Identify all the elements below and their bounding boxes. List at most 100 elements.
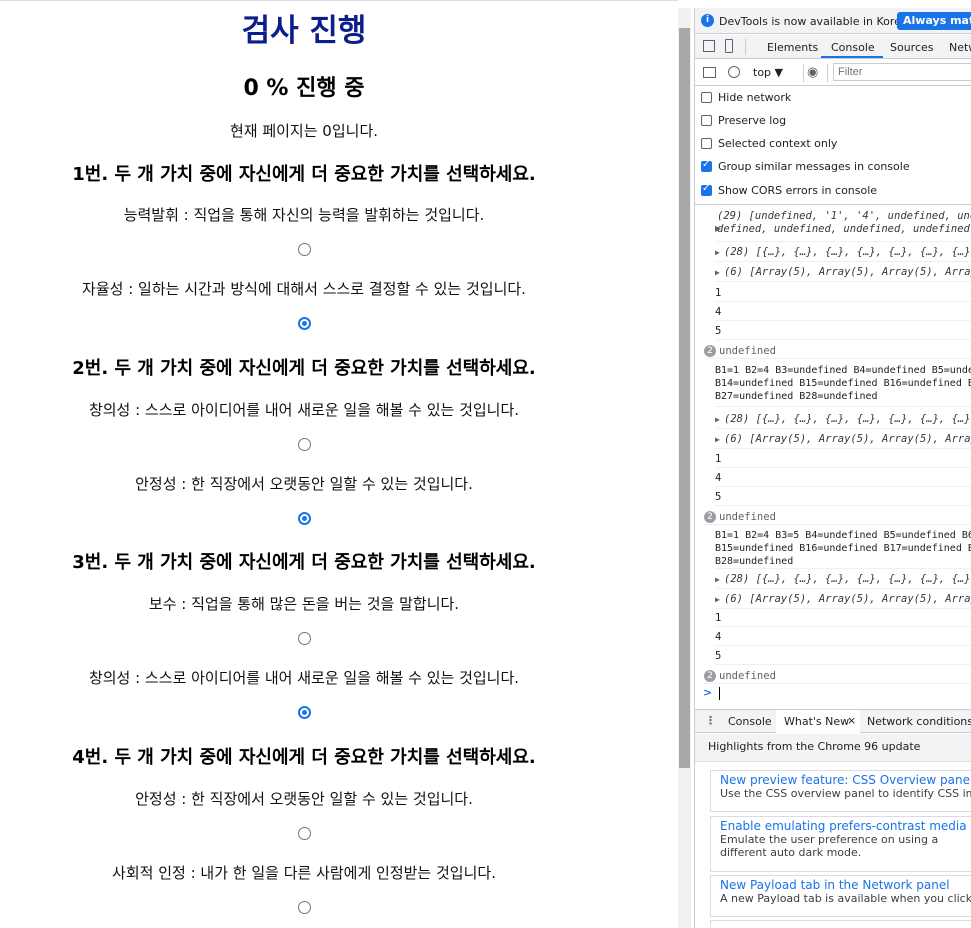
option-2b-label: 안정성 : 한 직장에서 오랫동안 일할 수 있는 것입니다. [135,475,473,493]
log-b-values: B1=1 B2=4 B3=5 B4=undefined B5=undefined… [715,527,971,569]
highlights-heading: Highlights from the Chrome 96 update [708,740,921,753]
option-2a-label: 창의성 : 스스로 아이디어를 내어 새로운 일을 해볼 수 있는 것입니다. [88,401,520,419]
repeat-count-badge: 2 [704,511,716,523]
log-arrays-6[interactable]: ▶ (6) [Array(5), Array(5), Array(5), Arra… [715,590,971,609]
option-3b-label: 창의성 : 스스로 아이디어를 내어 새로운 일을 해볼 수 있는 것입니다. [88,669,520,687]
selected-context-label: Selected context only [718,137,838,150]
drawer-tab-network-conditions[interactable]: Network conditions [867,715,971,728]
whats-new-card[interactable]: New preview feature: CSS Overview panel … [710,770,971,812]
whats-new-card[interactable]: New Payload tab in the Network panel A n… [710,875,971,917]
drawer-tab-console[interactable]: Console [728,715,772,728]
log-value: 4 [715,628,971,646]
page-title: 검사 진행 [241,13,367,49]
log-array-29[interactable]: (29) [undefined, '1', '4', undefined, un… [717,210,971,242]
card-description: A new Payload tab is available when you … [720,892,971,905]
card-description: Use the CSS overview panel to identify C… [720,787,971,800]
log-objects-28[interactable]: ▶ (28) [{…}, {…}, {…}, {…}, {…}, {…}, {…}… [715,410,971,429]
selected-context-checkbox[interactable] [701,138,712,149]
close-icon[interactable]: × [847,714,856,727]
preserve-log-checkbox[interactable] [701,115,712,126]
drawer-tab-bar: ⋮ Console What's New × Network condition… [695,709,971,734]
tab-active-indicator [821,56,883,58]
log-b-values: B1=1 B2=4 B3=undefined B4=undefined B5=u… [715,362,971,407]
expand-triangle-icon: ▶ [715,575,720,584]
drawer-menu-icon[interactable]: ⋮ [705,714,716,727]
whats-new-card[interactable] [710,920,971,928]
card-title[interactable]: New preview feature: CSS Overview panel [720,773,971,787]
expand-triangle-icon: ▶ [715,415,720,424]
option-3b-radio[interactable] [298,706,311,719]
option-1b-radio[interactable] [298,317,311,330]
drawer-tab-whats-new[interactable]: What's New [784,715,849,728]
card-description: Emulate the user preference on using a d… [720,833,939,859]
device-toolbar-icon[interactable] [725,39,733,53]
card-title[interactable]: New Payload tab in the Network panel [720,878,971,892]
cors-errors-checkbox[interactable] [701,183,712,196]
log-undefined: 2 undefined [704,666,971,684]
web-page: 검사 진행 0 % 진행 중 현재 페이지는 0입니다. 1번. 두 개 가치 … [0,0,678,928]
toolbar-divider [803,64,804,82]
log-objects-28[interactable]: ▶ (28) [{…}, {…}, {…}, {…}, {…}, {…}, {…}… [715,243,971,262]
page-scrollbar-thumb[interactable] [679,28,690,768]
log-arrays-6[interactable]: ▶ (6) [Array(5), Array(5), Array(5), Arra… [715,430,971,449]
always-match-button[interactable]: Always match [897,12,971,30]
question-1: 1번. 두 개 가치 중에 자신에게 더 중요한 가치를 선택하세요. [72,164,536,185]
text-cursor [719,686,721,700]
tab-divider [745,39,746,55]
log-objects-28[interactable]: ▶ (28) [{…}, {…}, {…}, {…}, {…}, {…}, {…}… [715,570,971,589]
devtools-panel: i DevTools is now available in Korean! A… [694,8,971,928]
card-title[interactable]: Enable emulating prefers-contrast media … [720,819,971,833]
option-1a-radio[interactable] [298,243,311,256]
option-4a-label: 안정성 : 한 직장에서 오랫동안 일할 수 있는 것입니다. [135,790,473,808]
option-4b-label: 사회적 인정 : 내가 한 일을 다른 사람에게 인정받는 것입니다. [112,864,496,882]
option-3a-label: 보수 : 직업을 통해 많은 돈을 버는 것을 말합니다. [148,595,460,613]
sidebar-toggle-icon[interactable] [703,67,716,78]
log-value: 4 [715,469,971,487]
whats-new-header: Highlights from the Chrome 96 update [695,734,971,762]
group-similar-checkbox[interactable] [701,159,712,172]
preserve-log-label: Preserve log [718,114,787,127]
console-log: (29) [undefined, '1', '4', undefined, un… [695,206,971,706]
log-value: 1 [715,609,971,627]
question-4: 4번. 두 개 가치 중에 자신에게 더 중요한 가치를 선택하세요. [72,747,536,768]
hide-network-checkbox[interactable] [701,92,712,103]
group-similar-label: Group similar messages in console [718,160,910,173]
option-1a-label: 능력발휘 : 직업을 통해 자신의 능력을 발휘하는 것입니다. [123,206,485,224]
tab-console[interactable]: Console [831,41,875,54]
eye-icon[interactable]: ◉ [807,65,818,80]
option-3a-radio[interactable] [298,632,311,645]
option-4a-radio[interactable] [298,827,311,840]
tab-network[interactable]: Netw [949,41,971,54]
notice-text: DevTools is now available in Korean! [719,15,920,28]
tab-elements[interactable]: Elements [767,41,818,54]
console-filter-input[interactable] [833,63,971,81]
log-value: 5 [715,488,971,506]
inspect-element-icon[interactable] [703,40,715,52]
repeat-count-badge: 2 [704,345,716,357]
log-value: 5 [715,322,971,340]
tab-sources[interactable]: Sources [890,41,934,54]
option-4b-radio[interactable] [298,901,311,914]
expand-triangle-icon: ▶ [715,248,720,257]
whats-new-card[interactable]: Enable emulating prefers-contrast media … [710,816,971,872]
console-toolbar: top ▼ ◉ [695,60,971,86]
console-prompt[interactable]: > [703,686,971,704]
log-undefined: 2 undefined [704,507,971,525]
expand-triangle-icon[interactable]: ▶ [715,224,724,233]
log-arrays-6[interactable]: ▶ (6) [Array(5), Array(5), Array(5), Arra… [715,263,971,282]
repeat-count-badge: 2 [704,670,716,682]
option-2b-radio[interactable] [298,512,311,525]
expand-triangle-icon: ▶ [715,268,720,277]
option-1b-label: 자율성 : 일하는 시간과 방식에 대해서 스스로 결정할 수 있는 것입니다. [82,280,526,298]
hide-network-label: Hide network [718,91,792,104]
question-3: 3번. 두 개 가치 중에 자신에게 더 중요한 가치를 선택하세요. [72,552,536,573]
option-2a-radio[interactable] [298,438,311,451]
current-page-text: 현재 페이지는 0입니다. [229,122,379,140]
log-value: 1 [715,284,971,302]
question-2: 2번. 두 개 가치 중에 자신에게 더 중요한 가치를 선택하세요. [72,358,536,379]
cors-errors-label: Show CORS errors in console [718,184,878,197]
toolbar-divider [827,64,828,82]
clear-console-icon[interactable] [728,66,740,78]
log-undefined: 2 undefined [704,341,971,359]
context-selector[interactable]: top ▼ [753,66,783,79]
